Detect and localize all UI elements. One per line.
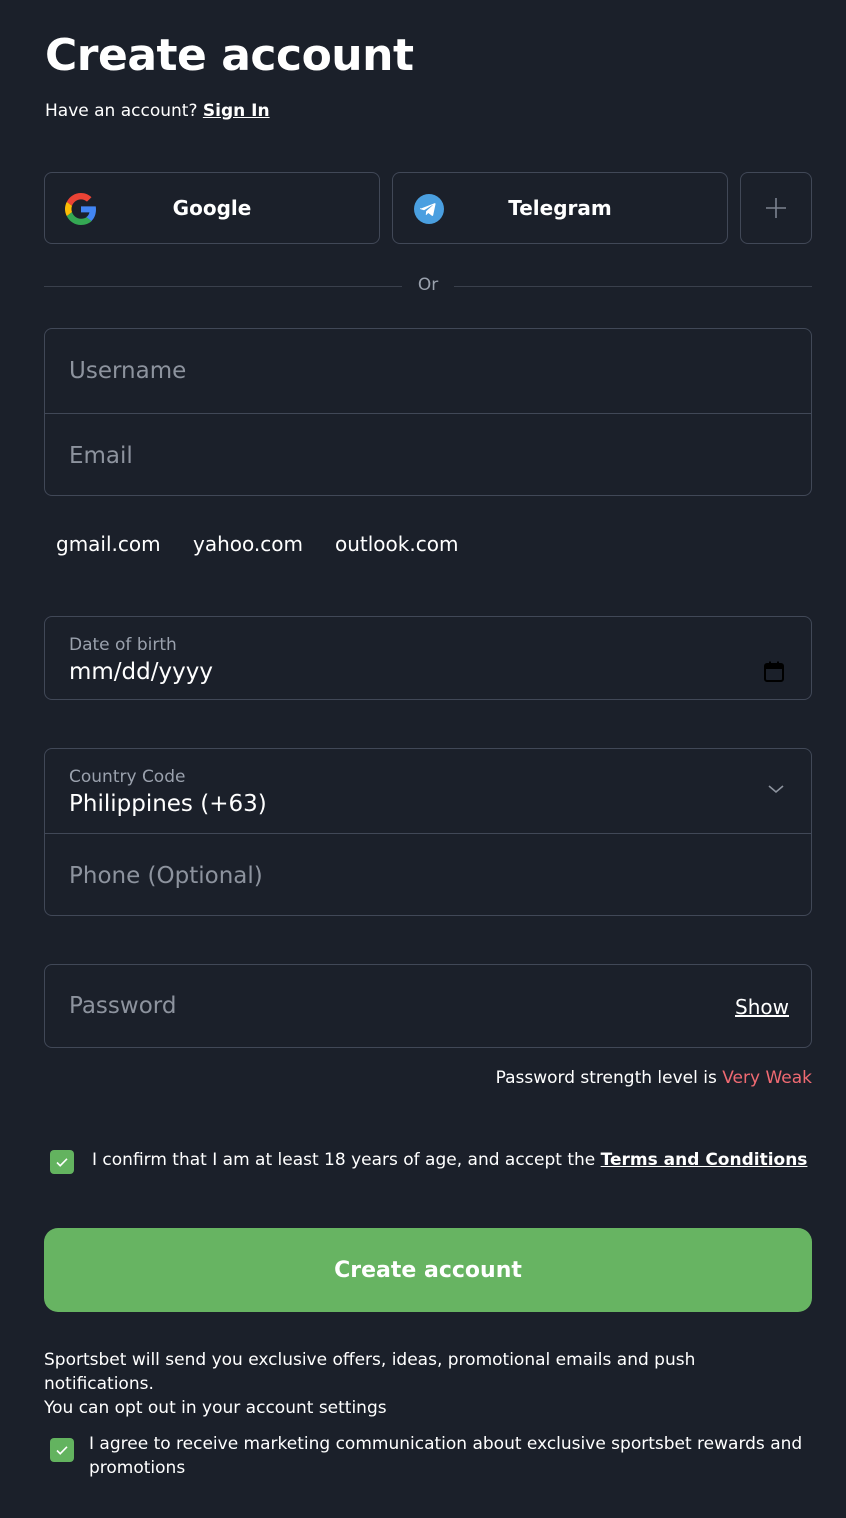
marketing-info: Sportsbet will send you exclusive offers… — [44, 1348, 804, 1420]
page-title: Create account — [45, 30, 414, 81]
marketing-info-line1: Sportsbet will send you exclusive offers… — [44, 1350, 696, 1394]
checkmark-icon — [56, 1446, 68, 1455]
create-account-button[interactable]: Create account — [44, 1228, 812, 1312]
username-placeholder: Username — [69, 358, 187, 384]
email-suggestion-outlook[interactable]: outlook.com — [335, 532, 458, 556]
phone-field[interactable]: Phone (Optional) — [45, 834, 811, 915]
strength-value: Very Weak — [722, 1068, 812, 1088]
phone-placeholder: Phone (Optional) — [69, 862, 263, 889]
chevron-down-icon — [768, 785, 784, 794]
plus-icon — [766, 198, 786, 218]
marketing-info-line2: You can opt out in your account settings — [44, 1398, 387, 1418]
divider-or: Or — [417, 275, 439, 295]
telegram-label: Telegram — [508, 196, 612, 220]
password-field[interactable]: Password Show — [44, 964, 812, 1048]
have-account-text: Have an account? — [45, 101, 203, 121]
telegram-signup-button[interactable]: Telegram — [392, 172, 728, 244]
terms-link[interactable]: Terms and Conditions — [601, 1150, 808, 1170]
email-placeholder: Email — [69, 442, 133, 469]
country-code-value: Philippines (+63) — [69, 791, 267, 817]
terms-text: I confirm that I am at least 18 years of… — [92, 1150, 807, 1170]
calendar-icon[interactable] — [763, 661, 785, 683]
country-code-label: Country Code — [69, 767, 186, 787]
google-icon — [65, 193, 96, 225]
password-placeholder: Password — [69, 993, 177, 1019]
show-password-toggle[interactable]: Show — [735, 995, 789, 1019]
dob-label: Date of birth — [69, 635, 177, 655]
divider-line-left — [44, 286, 402, 287]
password-strength: Password strength level is Very Weak — [496, 1068, 812, 1088]
dob-field[interactable]: Date of birth mm/dd/yyyy — [44, 616, 812, 700]
username-field[interactable]: Username — [45, 329, 811, 413]
checkmark-icon — [56, 1158, 68, 1167]
divider-line-right — [454, 286, 812, 287]
more-options-button[interactable] — [740, 172, 812, 244]
terms-sentence: I confirm that I am at least 18 years of… — [92, 1150, 601, 1170]
email-suggestion-yahoo[interactable]: yahoo.com — [193, 532, 303, 556]
marketing-agree-text: I agree to receive marketing communicati… — [89, 1434, 803, 1478]
google-label: Google — [172, 196, 252, 220]
email-field[interactable]: Email — [45, 414, 811, 495]
telegram-icon — [414, 194, 444, 224]
dob-value: mm/dd/yyyy — [69, 659, 213, 685]
strength-prefix: Password strength level is — [495, 1068, 723, 1088]
have-account-line: Have an account? Sign In — [45, 101, 270, 121]
marketing-checkbox[interactable] — [50, 1438, 74, 1462]
google-signup-button[interactable]: Google — [44, 172, 380, 244]
terms-checkbox[interactable] — [50, 1150, 74, 1174]
phone-fields-group: Country Code Philippines (+63) Phone (Op… — [44, 748, 812, 916]
account-fields-group: Username Email — [44, 328, 812, 496]
country-code-select[interactable]: Country Code Philippines (+63) — [45, 749, 811, 833]
sign-in-link[interactable]: Sign In — [203, 101, 270, 121]
email-suggestion-gmail[interactable]: gmail.com — [56, 532, 161, 556]
